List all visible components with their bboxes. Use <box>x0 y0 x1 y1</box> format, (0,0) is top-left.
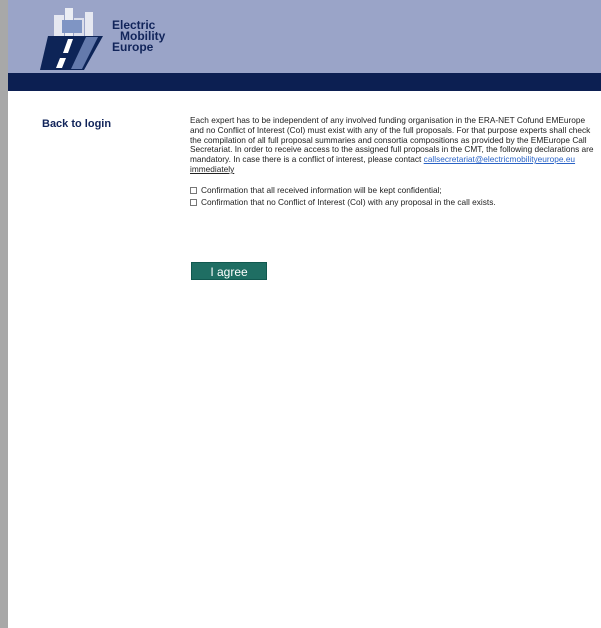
coi-confirmation-row[interactable]: Confirmation that no Conflict of Interes… <box>190 197 595 209</box>
declaration-content: Each expert has to be independent of any… <box>190 115 595 209</box>
back-to-login-link[interactable]: Back to login <box>42 118 111 130</box>
secretariat-email-link[interactable]: callsecretariat@electricmobilityeurope.e… <box>424 154 575 164</box>
confidential-confirmation-row[interactable]: Confirmation that all received informati… <box>190 185 595 197</box>
declaration-checkboxes: Confirmation that all received informati… <box>190 185 595 209</box>
immediately-text: immediately <box>190 163 235 174</box>
logo-text: Electric Mobility Europe <box>112 19 165 54</box>
checkbox-unchecked-icon[interactable] <box>190 199 197 207</box>
electric-mobility-europe-logo-icon <box>40 8 103 70</box>
header-band <box>8 73 601 91</box>
header: Electric Mobility Europe <box>8 0 601 73</box>
declaration-intro: Each expert has to be independent of any… <box>190 115 595 175</box>
logo-line-3: Europe <box>112 40 154 54</box>
login-declaration-page: Electric Mobility Europe Back to login E… <box>0 0 601 628</box>
confidential-confirmation-label: Confirmation that all received informati… <box>201 184 442 195</box>
agree-button[interactable]: I agree <box>191 262 267 280</box>
left-rail <box>0 0 8 628</box>
logo: Electric Mobility Europe <box>38 8 208 70</box>
coi-confirmation-label: Confirmation that no Conflict of Interes… <box>201 196 496 207</box>
checkbox-unchecked-icon[interactable] <box>190 187 197 195</box>
